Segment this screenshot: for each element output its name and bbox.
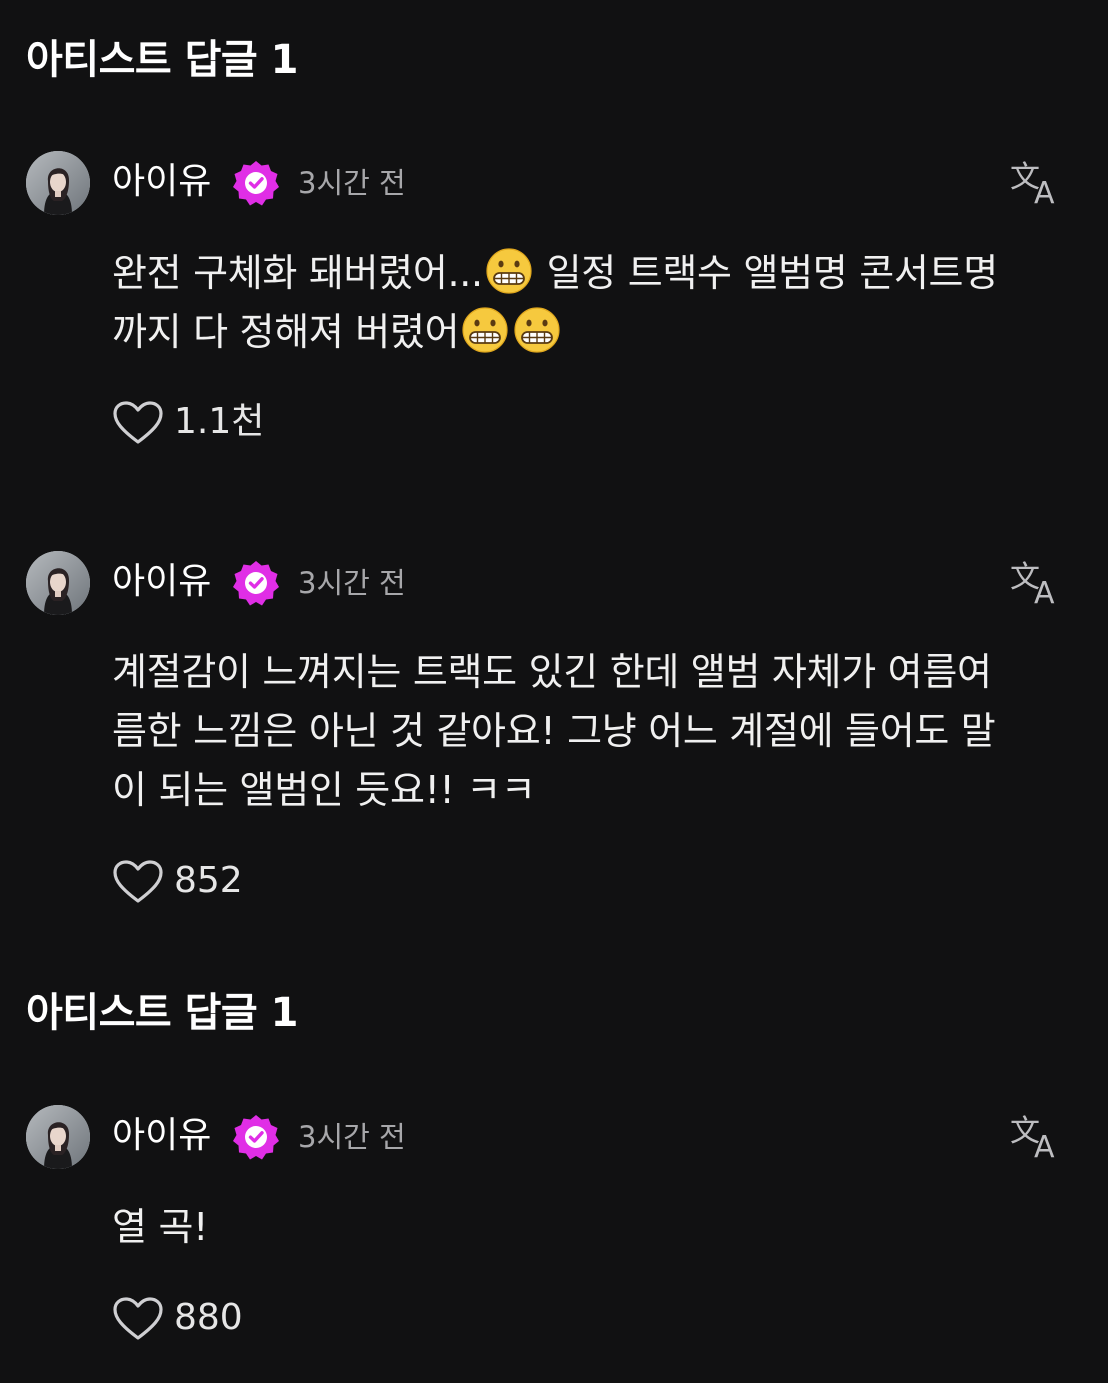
avatar[interactable] <box>26 551 90 615</box>
timestamp: 3시간 전 <box>298 166 406 200</box>
comment-text: 완전 구체화 돼버렸어... 일정 트랙수 앨범명 콘서트명 까지 다 정해져 … <box>112 244 1072 362</box>
author-name[interactable]: 아이유 <box>112 159 211 205</box>
heart-icon[interactable] <box>112 400 164 446</box>
comment-text-line: 계절감이 느껴지는 트랙도 있긴 한데 앨범 자체가 여름여 <box>112 650 992 694</box>
author-name[interactable]: 아이유 <box>112 559 211 605</box>
translate-icon[interactable] <box>1010 159 1062 207</box>
avatar[interactable] <box>26 1105 90 1169</box>
heart-icon[interactable] <box>112 859 164 905</box>
comment-text-segment: 일정 트랙수 앨범명 콘서트명 <box>534 251 999 295</box>
timestamp: 3시간 전 <box>298 1120 406 1154</box>
translate-icon[interactable] <box>1010 1113 1062 1161</box>
like-count: 1.1천 <box>174 401 265 442</box>
grimacing-face-emoji <box>461 306 509 354</box>
timestamp: 3시간 전 <box>298 566 406 600</box>
section-title: 아티스트 답글 1 <box>26 990 298 1036</box>
grimacing-face-emoji <box>513 306 561 354</box>
comment-text-segment: 완전 구체화 돼버렸어... <box>112 251 483 295</box>
comment-text-line: 이 되는 앨범인 듯요!! ㅋㅋ <box>112 768 536 812</box>
translate-icon[interactable] <box>1010 559 1062 607</box>
section-title: 아티스트 답글 1 <box>26 37 298 83</box>
comment-text: 열 곡! <box>112 1198 1072 1257</box>
comment-text-segment: 까지 다 정해져 버렸어 <box>112 310 460 354</box>
verified-badge-icon <box>232 559 280 607</box>
heart-icon[interactable] <box>112 1296 164 1342</box>
grimacing-face-emoji <box>485 247 533 295</box>
verified-badge-icon <box>232 159 280 207</box>
comment-text-line: 름한 느낌은 아닌 것 같아요! 그냥 어느 계절에 들어도 말 <box>112 709 996 753</box>
like-count: 880 <box>174 1297 243 1338</box>
verified-badge-icon <box>232 1113 280 1161</box>
author-name[interactable]: 아이유 <box>112 1113 211 1159</box>
comment-text-line: 열 곡! <box>112 1205 209 1249</box>
comment-text: 계절감이 느껴지는 트랙도 있긴 한데 앨범 자체가 여름여 름한 느낌은 아닌… <box>112 643 1072 820</box>
avatar[interactable] <box>26 151 90 215</box>
like-count: 852 <box>174 860 243 901</box>
